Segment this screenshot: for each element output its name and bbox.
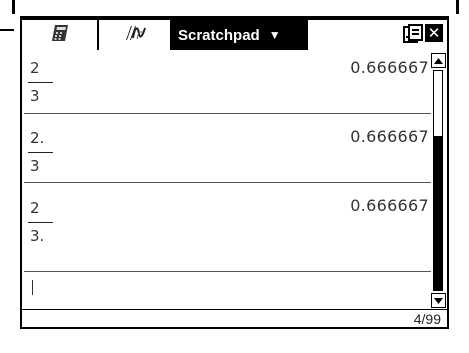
graph-tab-icon bbox=[123, 24, 147, 46]
frame-edge bbox=[0, 29, 14, 31]
scratchpad-window: Scratchpad ▼ ✕ 2 3 0.666667 2. 3 0.66666… bbox=[20, 16, 449, 329]
numerator: 2 bbox=[30, 59, 40, 77]
close-icon[interactable]: ✕ bbox=[425, 24, 443, 42]
result-value: 0.666667 bbox=[350, 127, 429, 146]
fraction-bar bbox=[28, 82, 53, 83]
entry-divider bbox=[24, 113, 431, 114]
page-counter: 4/99 bbox=[413, 311, 441, 327]
entry-divider bbox=[24, 182, 431, 183]
tab-bar: Scratchpad ▼ ✕ bbox=[22, 18, 447, 50]
arrow-down-icon bbox=[434, 297, 443, 304]
tab-graph[interactable] bbox=[99, 20, 170, 50]
tab-scratchpad[interactable]: Scratchpad ▼ bbox=[172, 20, 300, 50]
scroll-track[interactable] bbox=[433, 70, 443, 291]
scroll-down-button[interactable] bbox=[431, 293, 446, 308]
history-pane: 2 3 0.666667 2. 3 0.666667 2 3. 0.666667 bbox=[22, 52, 431, 308]
fraction-bar bbox=[28, 152, 53, 153]
numerator: 2. bbox=[30, 129, 45, 147]
frame-tick-left bbox=[12, 0, 15, 14]
tab-scratchpad-label: Scratchpad bbox=[178, 26, 260, 44]
result-value: 0.666667 bbox=[350, 58, 429, 77]
dropdown-triangle-icon[interactable]: ▼ bbox=[269, 28, 281, 42]
scroll-up-button[interactable] bbox=[431, 53, 446, 68]
tab-calculate[interactable] bbox=[22, 20, 98, 50]
numerator: 2 bbox=[30, 199, 40, 217]
fraction-bar bbox=[28, 222, 53, 223]
document-switch-icon[interactable] bbox=[403, 24, 423, 44]
denominator: 3 bbox=[30, 157, 40, 175]
vertical-scrollbar[interactable] bbox=[431, 52, 447, 309]
calculator-tab-icon bbox=[49, 24, 71, 46]
result-value: 0.666667 bbox=[350, 196, 429, 215]
tab-toolbar-right: ✕ bbox=[308, 20, 447, 50]
frame-tick-right bbox=[456, 0, 459, 14]
scroll-thumb[interactable] bbox=[434, 136, 442, 290]
entry-divider bbox=[24, 271, 431, 272]
denominator: 3. bbox=[30, 227, 45, 245]
status-bar: 4/99 bbox=[22, 309, 447, 327]
entry-line-cursor[interactable] bbox=[32, 280, 33, 295]
denominator: 3 bbox=[30, 87, 40, 105]
arrow-up-icon bbox=[434, 57, 443, 64]
